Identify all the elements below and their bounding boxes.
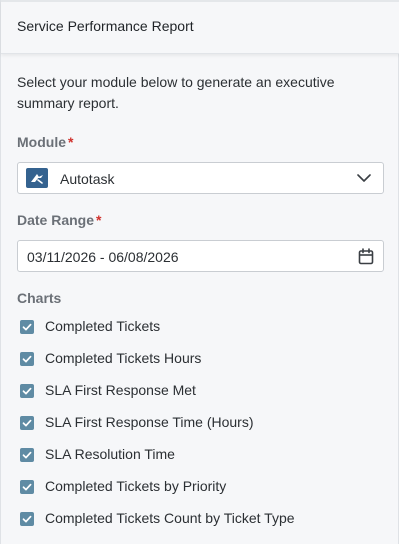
- module-label-text: Module: [17, 134, 66, 150]
- required-mark: *: [68, 134, 74, 150]
- module-select[interactable]: Autotask: [17, 162, 384, 194]
- required-mark: *: [96, 212, 102, 228]
- checkbox[interactable]: [20, 512, 34, 526]
- charts-checkbox-list: Completed Tickets Completed Tickets Hour…: [17, 310, 384, 534]
- autotask-logo-icon: [26, 168, 48, 188]
- checkbox[interactable]: [20, 352, 34, 366]
- chart-option[interactable]: SLA First Response Met: [17, 374, 384, 406]
- checkbox[interactable]: [20, 416, 34, 430]
- checkmark-icon: [22, 483, 32, 491]
- chart-option-label: SLA First Response Met: [45, 382, 196, 398]
- checkmark-icon: [22, 515, 32, 523]
- intro-text: Select your module below to generate an …: [17, 74, 335, 111]
- charts-label: Charts: [17, 290, 62, 306]
- checkmark-icon: [22, 419, 32, 427]
- chart-option[interactable]: Completed Tickets Hours: [17, 342, 384, 374]
- chart-option-label: SLA Resolution Time: [45, 446, 175, 462]
- checkbox[interactable]: [20, 448, 34, 462]
- date-range-label: Date Range *: [17, 212, 101, 228]
- checkmark-icon: [22, 387, 32, 395]
- module-label: Module *: [17, 134, 73, 150]
- checkbox[interactable]: [20, 480, 34, 494]
- chart-option-label: Completed Tickets by Priority: [45, 478, 227, 494]
- chart-option[interactable]: Completed Tickets by Priority: [17, 470, 384, 502]
- module-select-value: Autotask: [60, 171, 115, 187]
- date-range-input[interactable]: 03/11/2026 - 06/08/2026: [17, 240, 384, 272]
- calendar-icon[interactable]: [358, 248, 374, 265]
- checkmark-icon: [22, 355, 32, 363]
- date-range-label-text: Date Range: [17, 212, 95, 228]
- date-range-value: 03/11/2026 - 06/08/2026: [27, 249, 179, 265]
- chart-option-label: Completed Tickets Count by Ticket Type: [45, 510, 295, 526]
- panel-header: Service Performance Report: [1, 0, 399, 54]
- checkbox[interactable]: [20, 320, 34, 334]
- chart-option[interactable]: Completed Tickets Count by Ticket Type: [17, 502, 384, 534]
- chart-option-label: Completed Tickets Hours: [45, 350, 202, 366]
- chart-option-label: Completed Tickets: [45, 318, 161, 334]
- chart-option[interactable]: SLA Resolution Time: [17, 438, 384, 470]
- chart-option[interactable]: SLA First Response Time (Hours): [17, 406, 384, 438]
- chart-option[interactable]: Completed Tickets: [17, 310, 384, 342]
- report-panel: Service Performance Report Select your m…: [0, 0, 399, 544]
- chevron-down-icon[interactable]: [357, 173, 371, 183]
- page-title: Service Performance Report: [17, 18, 194, 34]
- checkbox[interactable]: [20, 384, 34, 398]
- chart-option-label: SLA First Response Time (Hours): [45, 414, 254, 430]
- checkmark-icon: [22, 451, 32, 459]
- checkmark-icon: [22, 323, 32, 331]
